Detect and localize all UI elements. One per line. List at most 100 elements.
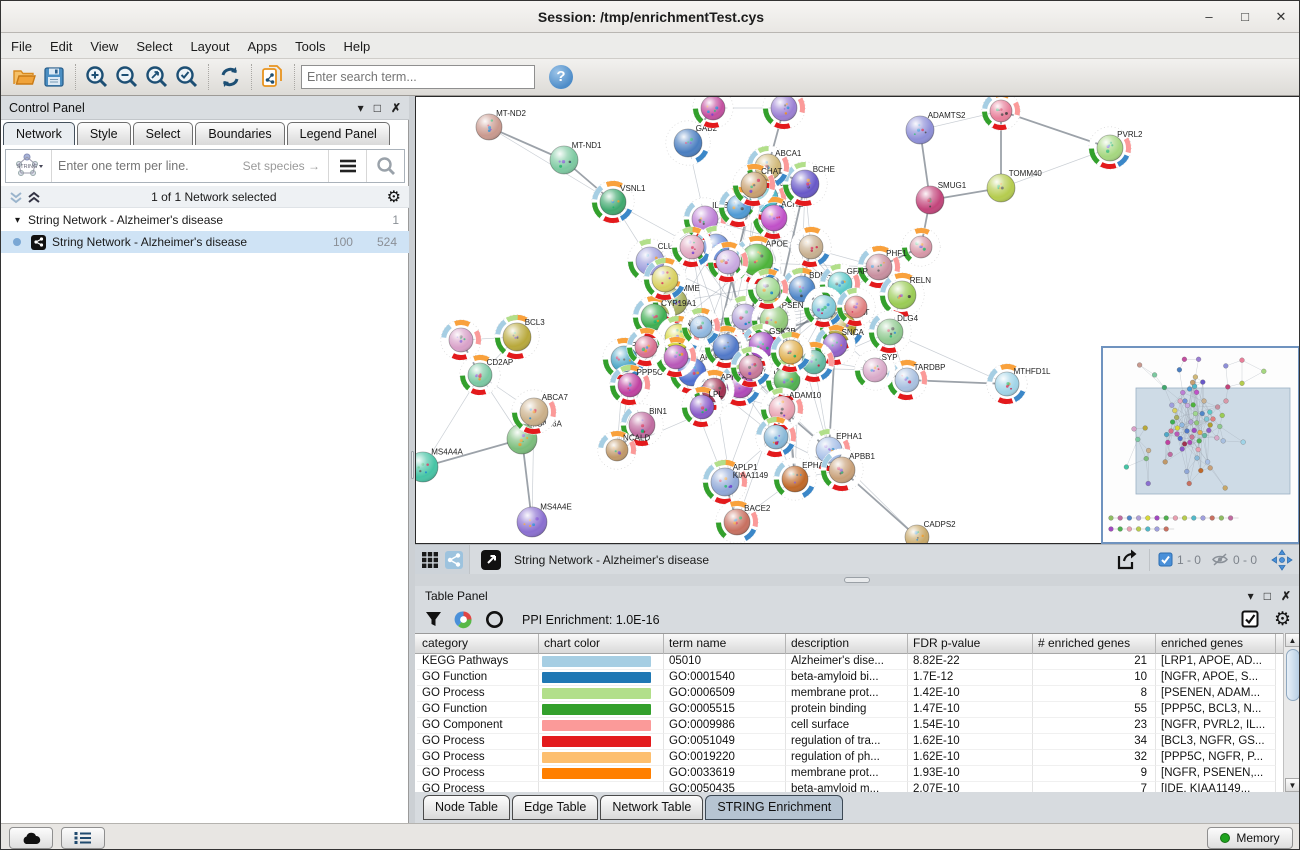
network-share-icon[interactable] [445,551,463,569]
protein-node-cd2ap[interactable]: CD2AP [460,355,513,395]
tab-boundaries[interactable]: Boundaries [195,122,284,145]
zoom-out-icon[interactable] [112,62,142,92]
scroll-down-icon[interactable]: ▼ [1285,778,1300,792]
protein-node-ppp5c[interactable]: PPP5C [610,365,663,405]
protein-node-ms4a4a[interactable]: MS4A4A [416,447,463,482]
ring-chart-icon[interactable] [485,610,504,629]
protein-node-vsnl1[interactable]: VSNL1 [592,181,646,223]
set-species-hint[interactable]: Set species → [243,159,320,173]
protein-node-mt-nd1[interactable]: MT-ND1 [550,141,602,174]
close-panel-icon[interactable]: ✗ [391,101,401,115]
menu-tools[interactable]: Tools [295,39,325,54]
tab-network-table[interactable]: Network Table [600,795,703,820]
enrichment-row[interactable]: GO ProcessGO:0033619membrane prot...1.93… [415,766,1283,782]
enrichment-row[interactable]: GO ProcessGO:0006509membrane prot...1.42… [415,686,1283,702]
protein-node-bcl3[interactable]: BCL3 [495,315,545,359]
maximize-button[interactable]: □ [1231,7,1259,27]
refresh-icon[interactable] [215,62,245,92]
open-file-icon[interactable] [9,62,39,92]
enrichment-row[interactable]: GO FunctionGO:0001540beta-amyloid bi...1… [415,670,1283,686]
protein-node-pvrl2[interactable]: PVRL2 [1089,127,1143,169]
string-logo-dropdown[interactable]: STRING [6,150,52,182]
menu-help[interactable]: Help [344,39,371,54]
import-network-icon[interactable] [258,62,288,92]
string-options-menu-icon[interactable] [328,150,366,182]
column-header-description[interactable]: description [786,634,908,654]
tab-network[interactable]: Network [3,122,75,145]
scroll-up-icon[interactable]: ▲ [1285,633,1300,647]
tab-string-enrichment[interactable]: STRING Enrichment [705,795,843,820]
menu-select[interactable]: Select [136,39,172,54]
table-settings-gear-icon[interactable]: ⚙ [1274,608,1291,631]
menu-edit[interactable]: Edit [50,39,72,54]
tab-node-table[interactable]: Node Table [423,795,510,820]
protein-node-epha5[interactable]: EPHA5 [774,458,829,500]
menu-apps[interactable]: Apps [248,39,278,54]
expand-all-icon[interactable] [9,190,23,204]
protein-node-smug1[interactable]: SMUG1 [916,181,967,214]
menu-layout[interactable]: Layout [190,39,229,54]
column-header-enriched-genes[interactable]: # enriched genes [1033,634,1156,654]
zoom-fit-icon[interactable] [142,62,172,92]
memory-button[interactable]: Memory [1207,827,1293,849]
export-network-icon[interactable] [1115,548,1139,572]
hidden-eye-icon[interactable] [1211,552,1229,567]
close-button[interactable]: ✕ [1267,7,1295,27]
horizontal-splitter-handle[interactable] [844,577,870,583]
enrichment-row[interactable]: GO ProcessGO:0050435beta-amyloid m...2.0… [415,782,1283,792]
string-term-input[interactable] [52,159,243,173]
collapse-all-icon[interactable] [27,190,41,204]
search-input[interactable] [301,65,535,89]
menu-view[interactable]: View [90,39,118,54]
protein-node[interactable] [441,320,481,360]
task-history-button[interactable] [61,827,105,849]
float-icon[interactable]: □ [1264,589,1271,603]
protein-node-tomm40[interactable]: TOMM40 [987,169,1042,202]
enrichment-row[interactable]: GO FunctionGO:0005515protein binding1.47… [415,702,1283,718]
string-search-icon[interactable] [366,150,404,182]
protein-node[interactable] [902,228,940,266]
zoom-in-icon[interactable] [82,62,112,92]
save-session-icon[interactable] [39,62,69,92]
enrichment-row[interactable]: KEGG Pathways05010Alzheimer's dise...8.8… [415,654,1283,670]
protein-node-dlg4[interactable]: DLG4 [869,311,919,353]
tab-legend-panel[interactable]: Legend Panel [287,122,390,145]
protein-node[interactable] [763,97,805,129]
protein-node[interactable] [982,97,1020,130]
network-collection-row[interactable]: ▾ String Network - Alzheimer's disease 1 [1,209,409,231]
enrichment-row[interactable]: GO ProcessGO:0019220regulation of ph...1… [415,750,1283,766]
float-icon[interactable]: □ [374,101,381,115]
protein-node-reln[interactable]: RELN [880,273,931,317]
scrollbar-thumb[interactable] [1286,649,1300,701]
grid-view-icon[interactable] [421,551,439,569]
tab-edge-table[interactable]: Edge Table [512,795,598,820]
cloud-tasks-button[interactable] [9,827,53,849]
collapse-icon[interactable]: ▾ [1248,589,1254,603]
menu-file[interactable]: File [11,39,32,54]
birds-eye-view[interactable] [1101,346,1300,544]
protein-node-mt-nd2[interactable]: MT-ND2 [476,109,526,140]
table-vertical-scrollbar[interactable]: ▲ ▼ [1283,633,1300,792]
enrichment-chart-icon[interactable] [454,610,473,629]
protein-node[interactable] [756,417,796,457]
protein-node-ncald[interactable]: NCALD [598,431,651,469]
tab-select[interactable]: Select [133,122,194,145]
open-in-new-icon[interactable] [480,549,502,571]
enrichment-row[interactable]: GO ComponentGO:0009986cell surface1.54E-… [415,718,1283,734]
collapse-icon[interactable]: ▾ [358,101,364,115]
pan-navigation-icon[interactable] [1271,549,1293,571]
column-header-category[interactable]: category [417,634,539,654]
protein-node-bace2[interactable]: BACE2 [716,501,771,543]
tree-caret-icon[interactable]: ▾ [15,215,20,226]
network-row-selected[interactable]: String Network - Alzheimer's disease 100… [1,231,409,253]
vertical-splitter-handle[interactable] [411,451,414,479]
selected-checkbox-icon[interactable] [1158,552,1173,567]
protein-node-aplp1[interactable]: APLP1KIAA1149 [703,460,769,504]
tab-style[interactable]: Style [77,122,131,145]
minimize-button[interactable]: – [1195,7,1223,27]
column-header-FDR-p-value[interactable]: FDR p-value [908,634,1033,654]
protein-node-tardbp[interactable]: TARDBP [887,360,946,400]
overview-viewport-rect[interactable] [1136,388,1290,494]
zoom-selected-icon[interactable] [172,62,202,92]
help-icon[interactable]: ? [549,65,573,89]
